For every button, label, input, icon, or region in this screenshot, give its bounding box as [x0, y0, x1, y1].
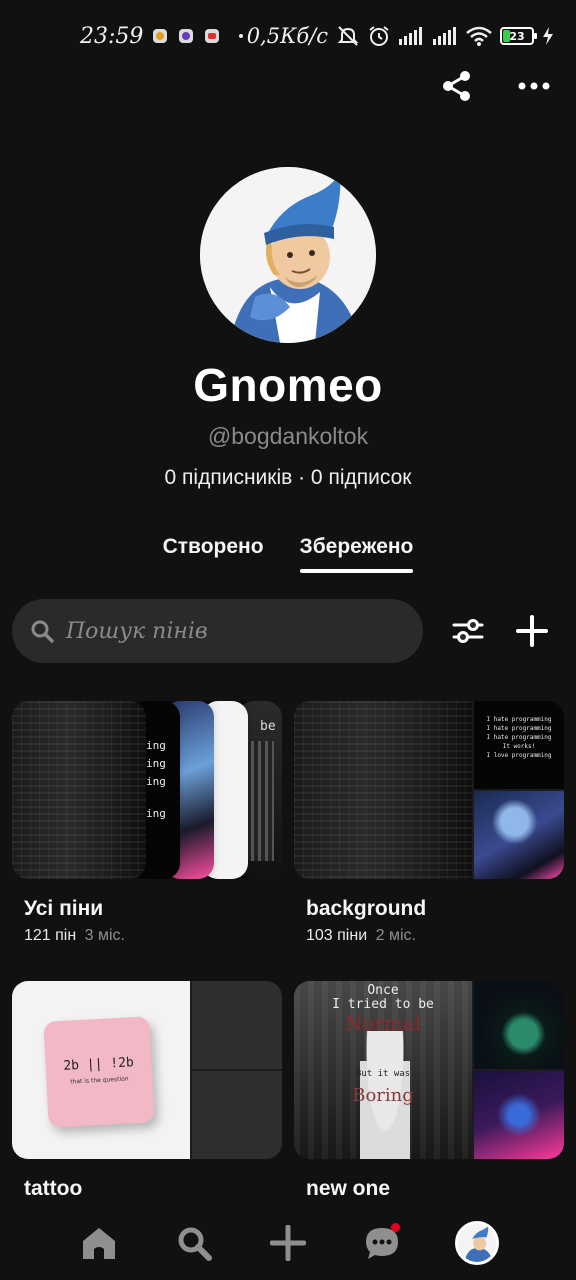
- youtube-icon: [205, 29, 220, 43]
- nav-messages[interactable]: [358, 1219, 406, 1267]
- pin-code-line: ing: [146, 739, 166, 752]
- nav-home[interactable]: [75, 1219, 123, 1267]
- pin-thumbnail: [474, 791, 564, 879]
- board-age: 2 міс.: [375, 927, 416, 944]
- add-board-button[interactable]: [516, 615, 548, 652]
- tab-created[interactable]: Створено: [163, 535, 264, 573]
- pin-code-line: It works!: [502, 743, 536, 750]
- status-right-group: 0,5Кб/с 23: [247, 24, 554, 48]
- board-cover: be ing ing ing ing: [12, 701, 282, 879]
- board-pin-count: 121 пін: [24, 927, 77, 944]
- profile-handle: @bogdankoltok: [207, 423, 369, 449]
- more-options-button[interactable]: [518, 82, 550, 90]
- signal-icon: [433, 27, 456, 45]
- board-meta: 121 пін 3 міс.: [24, 927, 282, 945]
- wifi-icon: [466, 26, 492, 46]
- board-cover: I hate programming I hate programming I …: [294, 701, 564, 879]
- search-icon: [31, 620, 54, 643]
- alarm-icon: [369, 26, 389, 46]
- board-title: background: [306, 897, 427, 920]
- pin-code-line: ing: [146, 807, 166, 820]
- pin-thumbnail: [474, 981, 564, 1069]
- share-icon: [443, 71, 470, 101]
- pin-code-line: ing: [146, 775, 166, 788]
- more-notifications-dot: [239, 34, 244, 38]
- pin-thumbnail: [12, 701, 146, 879]
- board-card[interactable]: be ing ing ing ing Усі піни 121 пін 3 мі…: [12, 701, 282, 945]
- search-icon: [178, 1227, 212, 1261]
- profile-name: Gnomeo: [193, 359, 383, 411]
- tab-saved[interactable]: Збережено: [299, 535, 413, 573]
- pin-code-line: I hate programming: [486, 716, 552, 723]
- plus-icon: [516, 615, 548, 647]
- pin-search-input[interactable]: Пошук пінів: [12, 599, 423, 663]
- board-card[interactable]: I hate programming I hate programming I …: [294, 701, 564, 945]
- bottom-navigation: [0, 1206, 576, 1280]
- status-time: 23:59: [80, 23, 144, 49]
- board-card[interactable]: 2b || !2b that is the question tattoo: [12, 981, 282, 1201]
- charging-icon: [543, 27, 553, 45]
- cover-text: I tried to be: [332, 997, 434, 1012]
- profile-screen: 23:59 0,5Кб/с 23 Gnomeo @bogdankoltok 0 …: [0, 0, 576, 1280]
- pin-thumbnail: [294, 701, 472, 879]
- filter-sliders-icon: [452, 619, 484, 643]
- board-title: new one: [306, 1177, 391, 1200]
- board-card[interactable]: Once I tried to be Normal But it was Bor…: [294, 981, 564, 1201]
- battery-level: 23: [509, 29, 525, 43]
- pillow-image: 2b || !2b that is the question: [43, 1016, 155, 1128]
- empty-pin-slot: [192, 981, 282, 1069]
- pillow-text: 2b || !2b: [63, 1055, 135, 1074]
- network-speed: 0,5Кб/с: [246, 24, 328, 48]
- pin-thumbnail: Once I tried to be Normal But it was Bor…: [294, 981, 472, 1159]
- board-title: Усі піни: [24, 897, 104, 920]
- board-title: tattoo: [24, 1177, 83, 1200]
- pin-thumbnail: I hate programming I hate programming I …: [474, 701, 564, 789]
- pin-thumbnail: 2b || !2b that is the question: [12, 981, 190, 1159]
- app-notification-icon: [179, 29, 194, 43]
- app-notification-icon: [153, 29, 168, 43]
- nav-search[interactable]: [170, 1219, 218, 1267]
- cover-text: But it was: [355, 1069, 411, 1079]
- board-pin-count: 103 піни: [306, 927, 368, 944]
- filter-button[interactable]: [452, 615, 484, 652]
- cover-text: Once: [367, 983, 399, 998]
- profile-follow-stats[interactable]: 0 підписників · 0 підписок: [0, 466, 576, 490]
- pin-thumbnail-text: be: [260, 719, 276, 734]
- pin-code-line: ing: [146, 757, 166, 770]
- cover-text: Boring: [352, 1085, 414, 1106]
- pin-thumbnail: [474, 1071, 564, 1159]
- nav-profile[interactable]: [453, 1219, 501, 1267]
- mute-icon: [337, 26, 359, 46]
- empty-pin-slot: [192, 1071, 282, 1159]
- gnome-avatar-illustration: [457, 1224, 496, 1262]
- gnome-avatar-illustration: [200, 167, 376, 343]
- profile-avatar[interactable]: [200, 167, 376, 343]
- nav-create[interactable]: [264, 1219, 312, 1267]
- search-placeholder: Пошук пінів: [66, 618, 208, 644]
- create-icon: [269, 1225, 306, 1261]
- profile-avatar: [454, 1221, 499, 1265]
- more-icon: [518, 82, 550, 90]
- profile-tabs: Створено Збережено: [0, 535, 576, 573]
- signal-icon: [399, 27, 422, 45]
- board-cover: Once I tried to be Normal But it was Bor…: [294, 981, 564, 1159]
- status-bar: 23:59 0,5Кб/с 23: [0, 0, 576, 72]
- board-cover: 2b || !2b that is the question: [12, 981, 282, 1159]
- pin-code-line: I hate programming: [486, 734, 552, 741]
- board-age: 3 міс.: [84, 927, 125, 944]
- share-button[interactable]: [442, 70, 472, 102]
- battery-icon: 23: [500, 27, 537, 45]
- pin-code-line: I love programming: [486, 752, 552, 759]
- pillow-subtext: that is the question: [70, 1075, 129, 1086]
- pin-code-line: I hate programming: [486, 725, 552, 732]
- profile-actions: [442, 70, 550, 102]
- home-icon: [83, 1228, 116, 1259]
- search-row: Пошук пінів: [12, 599, 564, 663]
- board-meta: 103 піни 2 міс.: [306, 927, 564, 945]
